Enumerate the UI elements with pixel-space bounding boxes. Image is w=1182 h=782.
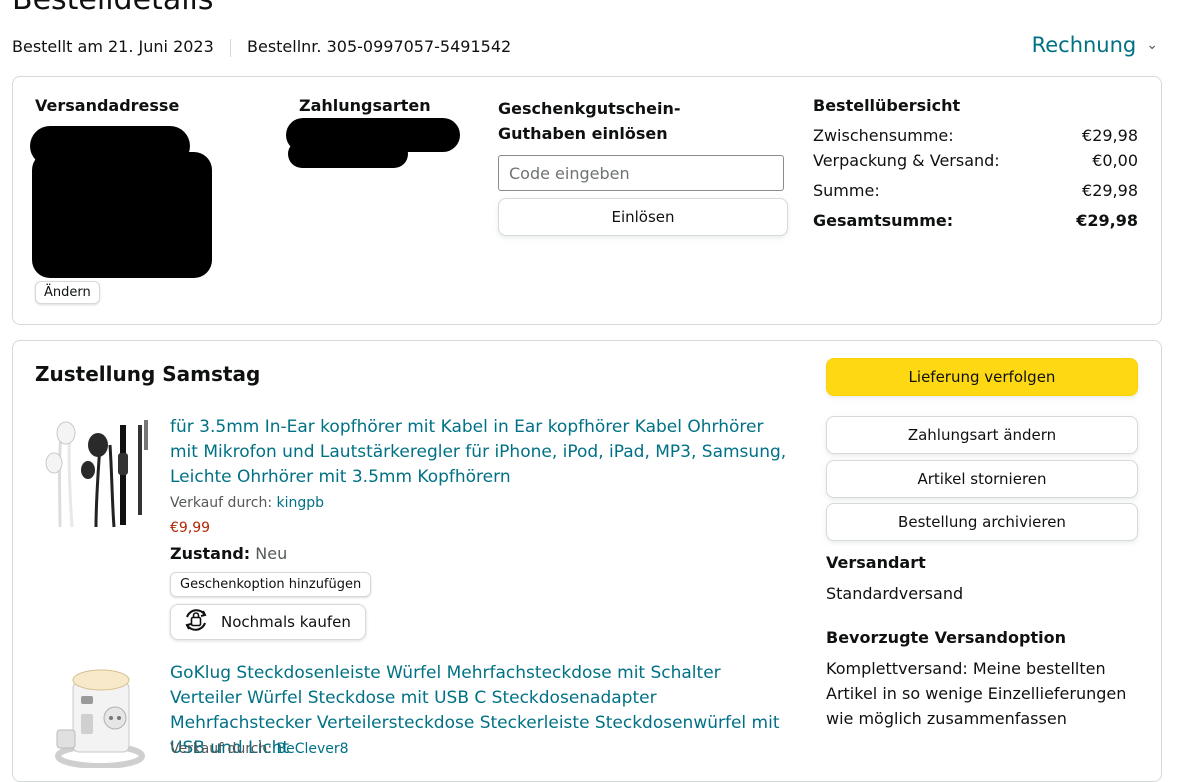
product-image-power-cube[interactable]	[45, 660, 155, 769]
sum-row: Summe: €29,98	[813, 181, 1138, 200]
order-number: Bestellnr. 305-0997057-5491542	[247, 37, 512, 56]
subtotal-value: €29,98	[1082, 126, 1138, 145]
redacted-address-block	[32, 152, 212, 278]
order-overview-heading: Bestellübersicht	[813, 96, 961, 115]
preferred-option-heading: Bevorzugte Versandoption	[826, 628, 1066, 647]
shipping-row: Verpackung & Versand: €0,00	[813, 151, 1138, 170]
grand-total-value: €29,98	[1076, 211, 1138, 230]
product-image-earphones[interactable]	[40, 415, 155, 531]
grand-total-row: Gesamtsumme: €29,98	[813, 211, 1138, 230]
sold-by-2: Verkauf durch: BeClever8	[170, 741, 349, 757]
buy-again-button[interactable]: Nochmals kaufen	[170, 604, 366, 640]
buy-again-icon	[181, 605, 211, 639]
sold-by-label: Verkauf durch:	[170, 495, 273, 511]
seller-link[interactable]: kingpb	[277, 495, 325, 511]
seller-link-2[interactable]: BeClever8	[277, 741, 349, 757]
redacted-payment-bottom	[288, 140, 408, 168]
gift-code-input[interactable]	[498, 155, 784, 191]
buy-again-label: Nochmals kaufen	[221, 613, 351, 631]
shipping-address-heading: Versandadresse	[35, 96, 180, 115]
archive-order-button[interactable]: Bestellung archivieren	[826, 503, 1138, 541]
meta-divider	[230, 39, 231, 57]
invoice-label: Rechnung	[1031, 33, 1137, 57]
sum-label: Summe:	[813, 181, 880, 200]
condition-value: Neu	[255, 544, 288, 563]
track-delivery-button[interactable]: Lieferung verfolgen	[826, 358, 1138, 396]
subtotal-label: Zwischensumme:	[813, 126, 954, 145]
condition-label: Zustand:	[170, 544, 251, 563]
product-title-link[interactable]: für 3.5mm In-Ear kopfhörer mit Kabel in …	[170, 415, 790, 490]
chevron-down-icon: ⌄	[1146, 37, 1158, 53]
sold-by: Verkauf durch: kingpb	[170, 495, 324, 511]
payment-heading: Zahlungsarten	[299, 96, 431, 115]
change-address-button[interactable]: Ändern	[35, 281, 100, 304]
order-date: Bestellt am 21. Juni 2023	[12, 37, 214, 56]
change-payment-button[interactable]: Zahlungsart ändern	[826, 416, 1138, 454]
shipping-label: Verpackung & Versand:	[813, 151, 1000, 170]
grand-total-label: Gesamtsumme:	[813, 211, 954, 230]
shipping-method-heading: Versandart	[826, 553, 926, 572]
shipping-value: €0,00	[1092, 151, 1138, 170]
cancel-items-button[interactable]: Artikel stornieren	[826, 460, 1138, 498]
sold-by-label-2: Verkauf durch:	[170, 741, 273, 757]
product-price: €9,99	[170, 520, 211, 536]
redeem-button[interactable]: Einlösen	[498, 198, 788, 236]
sum-value: €29,98	[1082, 181, 1138, 200]
invoice-dropdown[interactable]: Rechnung ⌄	[1032, 33, 1158, 57]
shipping-method-value: Standardversand	[826, 584, 964, 603]
subtotal-row: Zwischensumme: €29,98	[813, 126, 1138, 145]
gift-option-button[interactable]: Geschenkoption hinzufügen	[170, 572, 372, 597]
product-condition: Zustand: Neu	[170, 544, 287, 563]
gift-card-heading: Geschenkgutschein-Guthaben einlösen	[498, 99, 681, 143]
delivery-heading: Zustellung Samstag	[35, 362, 261, 386]
preferred-option-value: Komplettversand: Meine bestellten Artike…	[826, 659, 1127, 728]
page-title: Bestelldetails	[12, 0, 214, 17]
